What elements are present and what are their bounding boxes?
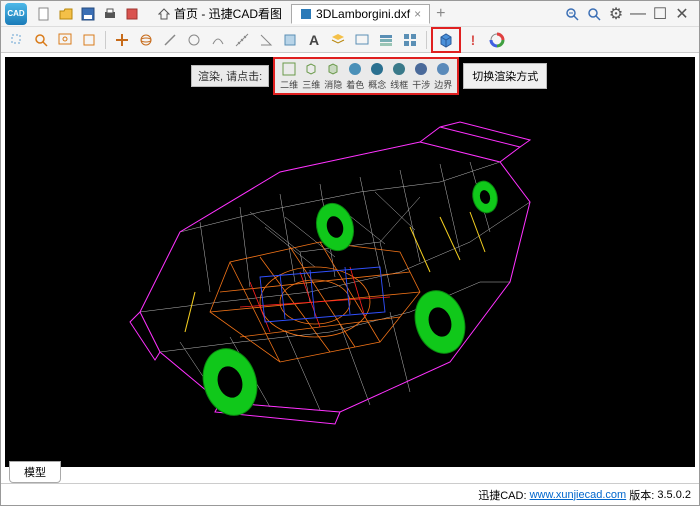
maximize-button[interactable]: ☐ xyxy=(653,7,667,21)
render-mode-conceptual[interactable]: 概念 xyxy=(367,61,387,91)
tab-file-label: 3DLamborgini.dxf xyxy=(316,7,410,21)
view-tool-icon[interactable] xyxy=(352,30,372,50)
angle-tool-icon[interactable] xyxy=(256,30,276,50)
status-bar: 迅捷CAD: www.xunjiecad.com 版本: 3.5.0.2 xyxy=(1,483,699,505)
close-button[interactable]: ✕ xyxy=(675,7,689,21)
status-version: 3.5.0.2 xyxy=(657,489,691,501)
render-mode-hidden[interactable]: 消隐 xyxy=(323,61,343,91)
separator xyxy=(105,31,106,49)
home-icon xyxy=(158,8,170,20)
render-mode-wireframe[interactable]: 线框 xyxy=(389,61,409,91)
main-toolbar: A ! xyxy=(1,27,699,53)
status-brand: 迅捷CAD: xyxy=(478,487,526,503)
render-mode-bar: 渲染, 请点击: 二维 三维 消隐 着色 概念 线框 干涉 边界 切换渲染方式 xyxy=(191,57,547,95)
area-tool-icon[interactable] xyxy=(280,30,300,50)
cube-3d-icon[interactable] xyxy=(436,30,456,50)
zoom-all-icon[interactable] xyxy=(79,30,99,50)
highlighted-3d-tool xyxy=(431,27,461,53)
tab-close-icon[interactable]: × xyxy=(414,7,421,21)
settings-icon[interactable]: ⚙ xyxy=(609,7,623,21)
bottom-tab-bar: 模型 xyxy=(9,461,61,483)
svg-text:A: A xyxy=(309,32,319,48)
text-tool-icon[interactable]: A xyxy=(304,30,324,50)
status-version-label: 版本: xyxy=(629,487,654,503)
separator xyxy=(426,31,427,49)
tab-add-button[interactable]: + xyxy=(430,5,451,23)
tab-home[interactable]: 首页 - 迅捷CAD看图 xyxy=(149,2,291,25)
minimize-button[interactable]: — xyxy=(631,7,645,21)
measure-tool-icon[interactable] xyxy=(232,30,252,50)
open-folder-icon[interactable] xyxy=(58,6,74,22)
titlebar: CAD 首页 - 迅捷CAD看图 3DLamborgini.dxf × + ⚙ … xyxy=(1,1,699,27)
new-file-icon[interactable] xyxy=(36,6,52,22)
render-prompt-label: 渲染, 请点击: xyxy=(191,65,269,87)
window-controls: ⚙ — ☐ ✕ xyxy=(565,7,695,21)
paint-tool-icon[interactable]: ! xyxy=(463,30,483,50)
viewport: 渲染, 请点击: 二维 三维 消隐 着色 概念 线框 干涉 边界 切换渲染方式 xyxy=(1,53,699,471)
tab-bar: 首页 - 迅捷CAD看图 3DLamborgini.dxf × + xyxy=(149,2,565,25)
arc-tool-icon[interactable] xyxy=(208,30,228,50)
model-tab[interactable]: 模型 xyxy=(9,461,61,483)
file-icon xyxy=(300,8,312,20)
color-wheel-icon[interactable] xyxy=(487,30,507,50)
zoom-tool-icon[interactable] xyxy=(31,30,51,50)
zoom-out-icon[interactable] xyxy=(565,7,579,21)
circle-tool-icon[interactable] xyxy=(184,30,204,50)
car-wireframe-model xyxy=(5,57,695,467)
render-mode-2d[interactable]: 二维 xyxy=(279,61,299,91)
render-mode-3d[interactable]: 三维 xyxy=(301,61,321,91)
tab-file[interactable]: 3DLamborgini.dxf × xyxy=(291,4,430,24)
render-options-highlighted: 二维 三维 消隐 着色 概念 线框 干涉 边界 xyxy=(273,57,459,95)
select-tool-icon[interactable] xyxy=(7,30,27,50)
zoom-window-icon[interactable] xyxy=(55,30,75,50)
drawing-canvas[interactable] xyxy=(5,57,695,467)
render-mode-shaded[interactable]: 着色 xyxy=(345,61,365,91)
grid-icon[interactable] xyxy=(400,30,420,50)
zoom-in-icon[interactable] xyxy=(587,7,601,21)
tab-home-label: 首页 - 迅捷CAD看图 xyxy=(174,5,282,22)
orbit-tool-icon[interactable] xyxy=(136,30,156,50)
switch-render-mode-button[interactable]: 切换渲染方式 xyxy=(463,63,547,89)
pan-tool-icon[interactable] xyxy=(112,30,132,50)
render-mode-boundary[interactable]: 边界 xyxy=(433,61,453,91)
layer-tool-icon[interactable] xyxy=(328,30,348,50)
print-icon[interactable] xyxy=(102,6,118,22)
status-url-link[interactable]: www.xunjiecad.com xyxy=(530,489,627,501)
app-icon: CAD xyxy=(5,3,27,25)
export-icon[interactable] xyxy=(124,6,140,22)
save-icon[interactable] xyxy=(80,6,96,22)
render-mode-interference[interactable]: 干涉 xyxy=(411,61,431,91)
line-tool-icon[interactable] xyxy=(160,30,180,50)
layer-panel-icon[interactable] xyxy=(376,30,396,50)
